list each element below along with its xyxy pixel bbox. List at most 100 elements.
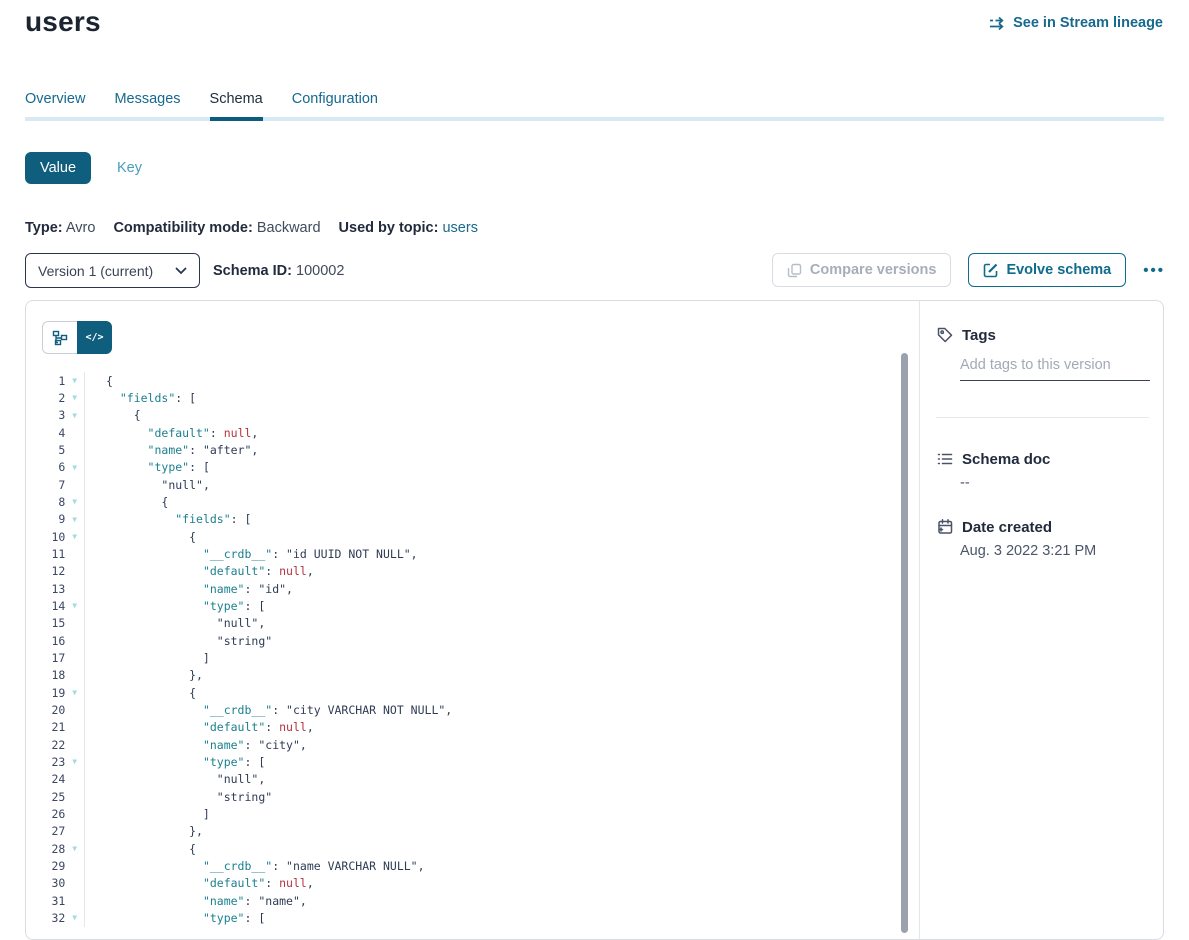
- schema-doc-value: --: [960, 475, 970, 491]
- ellipsis-icon: •••: [1143, 262, 1165, 279]
- tab-messages[interactable]: Messages: [114, 91, 180, 117]
- code-line: 6▼ "type": [: [26, 459, 919, 476]
- code-text: "type": [: [85, 460, 210, 474]
- line-number: 3: [26, 408, 65, 422]
- add-tags-input[interactable]: [960, 355, 1150, 381]
- key-toggle-button[interactable]: Key: [117, 160, 142, 176]
- fold-toggle-icon[interactable]: ▼: [65, 601, 84, 610]
- code-line: 19▼ {: [26, 684, 919, 701]
- line-number: 7: [26, 478, 65, 492]
- type-value: Avro: [66, 220, 96, 236]
- schema-id-label: Schema ID:: [213, 263, 292, 279]
- code-text: "type": [: [85, 755, 265, 769]
- view-toggle: </>: [42, 321, 112, 354]
- fold-toggle-icon[interactable]: ▼: [65, 844, 84, 853]
- line-number: 24: [26, 772, 65, 786]
- code-text: "null",: [85, 772, 265, 786]
- sidebar-divider: [936, 417, 1149, 418]
- code-text: "__crdb__": "id UUID NOT NULL",: [85, 547, 418, 561]
- code-text: "fields": [: [85, 512, 251, 526]
- code-text: "name": "after",: [85, 443, 258, 457]
- value-toggle-button[interactable]: Value: [25, 152, 91, 184]
- evolve-schema-button[interactable]: Evolve schema: [968, 253, 1126, 287]
- code-line: 25 "string": [26, 788, 919, 805]
- line-number: 29: [26, 859, 65, 873]
- code-text: "name": "id",: [85, 582, 293, 596]
- line-number: 31: [26, 894, 65, 908]
- see-in-stream-lineage-link[interactable]: See in Stream lineage: [988, 15, 1163, 31]
- code-line: 11 "__crdb__": "id UUID NOT NULL",: [26, 545, 919, 562]
- fold-toggle-icon[interactable]: ▼: [65, 497, 84, 506]
- schema-panel: </> 1▼{2▼ "fields": [3▼ {4 "default": nu…: [25, 300, 1164, 940]
- tab-schema[interactable]: Schema: [210, 91, 263, 117]
- code-line: 22 "name": "city",: [26, 736, 919, 753]
- line-number: 25: [26, 790, 65, 804]
- line-number: 2: [26, 391, 65, 405]
- line-number: 1: [26, 374, 65, 388]
- fold-toggle-icon[interactable]: ▼: [65, 757, 84, 766]
- line-number: 21: [26, 720, 65, 734]
- tree-view-button[interactable]: [42, 321, 77, 354]
- code-line: 20 "__crdb__": "city VARCHAR NOT NULL",: [26, 701, 919, 718]
- code-text: "default": null,: [85, 564, 314, 578]
- date-created-title: Date created: [962, 519, 1052, 536]
- type-label: Type:: [25, 220, 63, 236]
- code-line: 26 ]: [26, 805, 919, 822]
- code-text: "default": null,: [85, 426, 258, 440]
- code-text: "default": null,: [85, 720, 314, 734]
- code-line: 10▼ {: [26, 528, 919, 545]
- compare-icon: [787, 263, 802, 278]
- line-number: 19: [26, 686, 65, 700]
- line-number: 15: [26, 616, 65, 630]
- evolve-schema-label: Evolve schema: [1006, 262, 1111, 278]
- fold-toggle-icon[interactable]: ▼: [65, 411, 84, 420]
- version-row: Version 1 (current) Schema ID: 100002: [25, 253, 344, 288]
- code-line: 31 "name": "name",: [26, 892, 919, 909]
- fold-toggle-icon[interactable]: ▼: [65, 688, 84, 697]
- fold-toggle-icon[interactable]: ▼: [65, 376, 84, 385]
- code-text: {: [85, 686, 196, 700]
- code-line: 3▼ {: [26, 407, 919, 424]
- code-line: 7 "null",: [26, 476, 919, 493]
- tab-configuration[interactable]: Configuration: [292, 91, 378, 117]
- version-select-value: Version 1 (current): [38, 263, 153, 279]
- code-text: "type": [: [85, 911, 265, 925]
- fold-toggle-icon[interactable]: ▼: [65, 463, 84, 472]
- code-text: "fields": [: [85, 391, 196, 405]
- code-line: 14▼ "type": [: [26, 597, 919, 614]
- vertical-scrollbar-thumb[interactable]: [901, 353, 908, 933]
- schema-actions: Compare versions Evolve schema •••: [772, 253, 1165, 287]
- fold-toggle-icon[interactable]: ▼: [65, 515, 84, 524]
- schema-code-editor[interactable]: 1▼{2▼ "fields": [3▼ {4 "default": null,5…: [26, 372, 919, 939]
- code-text: "string": [85, 790, 272, 804]
- fold-toggle-icon[interactable]: ▼: [65, 532, 84, 541]
- code-line: 15 "null",: [26, 615, 919, 632]
- compatibility-label: Compatibility mode:: [113, 220, 252, 236]
- code-text: "null",: [85, 616, 265, 630]
- code-line: 17 ]: [26, 649, 919, 666]
- code-text: "__crdb__": "name VARCHAR NULL",: [85, 859, 425, 873]
- line-number: 9: [26, 512, 65, 526]
- line-number: 5: [26, 443, 65, 457]
- more-options-button[interactable]: •••: [1143, 262, 1165, 279]
- code-view-button[interactable]: </>: [77, 321, 112, 354]
- compare-versions-button[interactable]: Compare versions: [772, 253, 952, 287]
- code-text: {: [85, 495, 168, 509]
- code-line: 23▼ "type": [: [26, 753, 919, 770]
- line-number: 11: [26, 547, 65, 561]
- tab-overview[interactable]: Overview: [25, 91, 85, 117]
- tab-underline-track: [25, 117, 1164, 121]
- fold-toggle-icon[interactable]: ▼: [65, 393, 84, 402]
- fold-toggle-icon[interactable]: ▼: [65, 913, 84, 922]
- code-line: 30 "default": null,: [26, 875, 919, 892]
- line-number: 16: [26, 634, 65, 648]
- used-by-topic-link[interactable]: users: [442, 220, 477, 236]
- version-select[interactable]: Version 1 (current): [25, 253, 200, 288]
- schema-meta-row: Type: Avro Compatibility mode: Backward …: [25, 220, 478, 236]
- line-number: 28: [26, 842, 65, 856]
- code-line: 13 "name": "id",: [26, 580, 919, 597]
- edit-icon: [983, 263, 998, 278]
- line-number: 6: [26, 460, 65, 474]
- calendar-plus-icon: [936, 518, 954, 536]
- code-line: 32▼ "type": [: [26, 909, 919, 926]
